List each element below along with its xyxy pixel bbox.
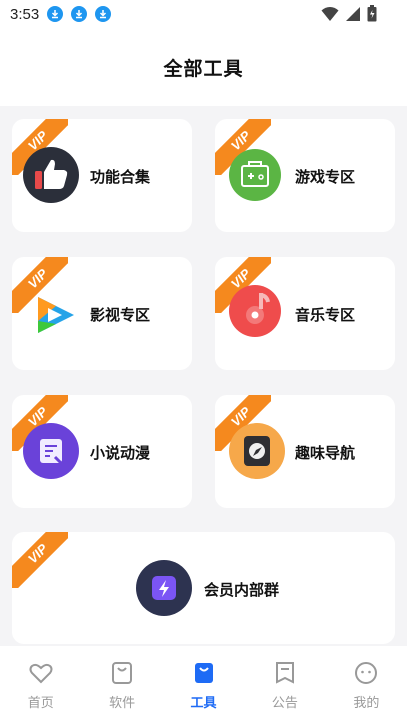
tool-card-navigation[interactable]: VIP 趣味导航 (215, 395, 395, 508)
video-play-icon (26, 287, 82, 343)
tab-home[interactable]: 首页 (0, 646, 81, 724)
heart-icon (28, 660, 54, 686)
wifi-icon (321, 6, 339, 26)
bookmark-icon (272, 660, 298, 686)
tab-label: 公告 (271, 696, 298, 711)
tool-card-features[interactable]: VIP 功能合集 (12, 119, 192, 232)
lightning-icon (136, 560, 192, 616)
tool-label: 会员内部群 (204, 581, 280, 599)
tool-label: 功能合集 (90, 168, 151, 186)
tool-label: 音乐专区 (295, 306, 356, 324)
battery-icon (367, 5, 377, 26)
tool-card-novels[interactable]: VIP 小说动漫 (12, 395, 192, 508)
header: 全部工具 (0, 28, 407, 106)
bag-filled-icon (191, 660, 217, 686)
download-icon (71, 6, 88, 22)
gamepad-icon (229, 149, 281, 201)
tab-label: 工具 (190, 696, 217, 711)
tool-label: 影视专区 (90, 306, 151, 324)
tool-label: 趣味导航 (295, 444, 356, 462)
status-bar: 3:53 (0, 0, 407, 28)
tab-mine[interactable]: 我的 (326, 646, 407, 724)
bag-icon (109, 660, 135, 686)
page-title: 全部工具 (163, 57, 244, 80)
download-icon (95, 6, 112, 22)
tool-card-videos[interactable]: VIP 影视专区 (12, 257, 192, 370)
smiley-icon (353, 660, 379, 686)
tab-announcements[interactable]: 公告 (244, 646, 325, 724)
tool-label: 小说动漫 (90, 444, 151, 462)
tool-label: 游戏专区 (295, 168, 356, 186)
book-icon (23, 423, 79, 479)
tab-label: 软件 (109, 696, 136, 711)
vip-badge: VIP (12, 532, 68, 588)
download-icon (47, 6, 64, 22)
tool-card-music[interactable]: VIP 音乐专区 (215, 257, 395, 370)
tab-label: 首页 (27, 696, 54, 711)
tool-card-games[interactable]: VIP 游戏专区 (215, 119, 395, 232)
bottom-tab-bar: 首页 软件 工具 公告 我的 (0, 646, 407, 724)
thumbs-up-icon (23, 147, 79, 203)
compass-icon (229, 423, 285, 479)
tool-card-member-group[interactable]: VIP 会员内部群 (12, 532, 395, 644)
tab-tools[interactable]: 工具 (163, 646, 244, 724)
status-time: 3:53 (10, 5, 40, 23)
music-note-icon (229, 285, 281, 337)
tab-label: 我的 (353, 696, 380, 711)
tab-software[interactable]: 软件 (81, 646, 162, 724)
signal-icon (345, 6, 361, 26)
